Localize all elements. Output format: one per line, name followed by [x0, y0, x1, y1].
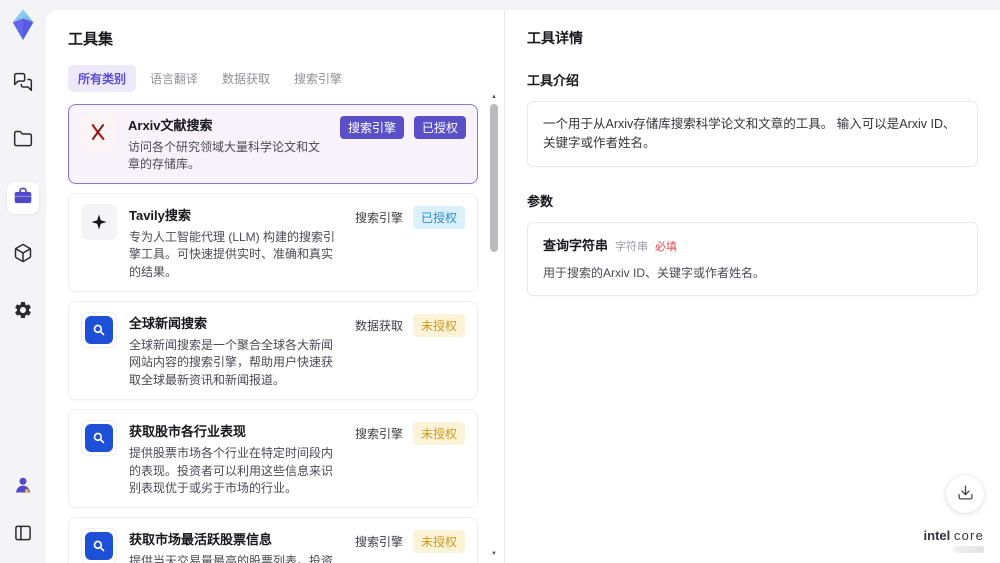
category-badge: 搜索引擎 — [339, 116, 404, 139]
tool-card-arxiv[interactable]: Arxiv文献搜索 访问各个研究领域大量科学论文和文章的存储库。 搜索引擎 已授… — [68, 104, 478, 184]
briefcase-icon — [13, 186, 33, 211]
tool-name: 全球新闻搜索 — [129, 315, 208, 331]
user-icon — [13, 475, 33, 500]
sidebar-bottom — [7, 471, 39, 551]
tool-description: 提供当天交易量最高的股票列表。投资者可以利用这些信息来识别流动性强的股票和潜在的… — [129, 554, 334, 563]
param-type: 字符串 — [615, 240, 649, 253]
param-description: 用于搜索的Arxiv ID、关键字或作者姓名。 — [543, 266, 766, 280]
detail-title: 工具详情 — [527, 30, 583, 46]
category-label: 搜索引擎 — [354, 427, 403, 442]
panel-toggle-icon — [13, 523, 33, 548]
tool-list: Arxiv文献搜索 访问各个研究领域大量科学论文和文章的存储库。 搜索引擎 已授… — [68, 104, 478, 563]
brand-badge-shine — [954, 546, 984, 553]
scrollbar[interactable]: ▲ ▼ — [489, 94, 499, 557]
tool-card-sector-performance[interactable]: 获取股市各行业表现 提供股票市场各个行业在特定时间段内的表现。投资者可以利用这些… — [68, 409, 478, 509]
search-tool-icon — [81, 528, 117, 563]
auth-status-badge: 未授权 — [412, 313, 465, 337]
sidebar-item-tools[interactable] — [7, 182, 39, 214]
tool-name: Arxiv文献搜索 — [128, 118, 213, 133]
tool-name: Tavily搜索 — [129, 207, 191, 223]
category-tabs: 所有类别 语言翻译 数据获取 搜索引擎 — [68, 65, 478, 92]
tab-all-categories[interactable]: 所有类别 — [68, 65, 137, 92]
tool-card-global-news[interactable]: 全球新闻搜索 全球新闻搜索是一个聚合全球各大新闻网站内容的搜索引擎，帮助用户快速… — [68, 300, 478, 401]
auth-status-badge: 未授权 — [412, 422, 465, 446]
arxiv-icon — [80, 114, 116, 150]
scroll-down-icon[interactable]: ▼ — [489, 551, 499, 557]
tool-description: 专为人工智能代理 (LLM) 构建的搜索引擎工具。可快速提供实时、准确和真实的结… — [129, 229, 336, 279]
search-tool-icon — [81, 420, 117, 457]
tools-panel: 工具集 所有类别 语言翻译 数据获取 搜索引擎 Arxiv文献搜索 访问各个研究… — [46, 10, 505, 563]
brand-intel: intel — [923, 528, 951, 543]
tab-data-fetch[interactable]: 数据获取 — [212, 65, 280, 92]
sparkle-icon — [81, 203, 117, 240]
scrollbar-thumb[interactable] — [490, 104, 498, 252]
tool-description: 全球新闻搜索是一个聚合全球各大新闻网站内容的搜索引擎，帮助用户快速获取全球最新资… — [129, 337, 334, 387]
search-tool-icon — [81, 311, 117, 348]
folder-icon — [13, 129, 33, 154]
tab-search-engine[interactable]: 搜索引擎 — [284, 65, 352, 92]
download-icon — [957, 484, 974, 504]
content-sheet: 工具集 所有类别 语言翻译 数据获取 搜索引擎 Arxiv文献搜索 访问各个研究… — [46, 10, 1000, 563]
brand-core: core — [953, 528, 984, 543]
category-label: 搜索引擎 — [354, 210, 403, 225]
sidebar-item-settings[interactable] — [7, 296, 39, 328]
param-card: 查询字符串 字符串 必填 用于搜索的Arxiv ID、关键字或作者姓名。 — [527, 221, 978, 296]
params-section-title: 参数 — [527, 193, 554, 209]
tool-description: 访问各个研究领域大量科学论文和文章的存储库。 — [128, 140, 321, 172]
tool-card-active-stocks[interactable]: 获取市场最活跃股票信息 提供当天交易量最高的股票列表。投资者可以利用这些信息来识… — [68, 517, 478, 563]
sidebar-item-files[interactable] — [7, 125, 39, 157]
download-button[interactable] — [946, 475, 984, 513]
tool-name: 获取股市各行业表现 — [129, 424, 247, 440]
sidebar-nav — [7, 68, 39, 328]
tool-card-tavily[interactable]: Tavily搜索 专为人工智能代理 (LLM) 构建的搜索引擎工具。可快速提供实… — [68, 192, 478, 292]
param-name: 查询字符串 — [543, 237, 609, 253]
sidebar — [0, 0, 46, 563]
page-title: 工具集 — [68, 31, 114, 48]
sidebar-item-chat[interactable] — [7, 68, 39, 100]
app-window: 工具集 所有类别 语言翻译 数据获取 搜索引擎 Arxiv文献搜索 访问各个研究… — [0, 0, 1000, 563]
sidebar-item-user[interactable] — [7, 471, 39, 503]
intel-core-logo: intel core — [924, 528, 984, 553]
sidebar-toggle[interactable] — [7, 519, 39, 551]
category-label: 搜索引擎 — [354, 535, 403, 550]
gear-icon — [13, 300, 33, 325]
intro-section-title: 工具介绍 — [527, 73, 580, 88]
tool-intro-box: 一个用于从Arxiv存储库搜索科学论文和文章的工具。 输入可以是Arxiv ID… — [527, 101, 978, 167]
tool-description: 提供股票市场各个行业在特定时间段内的表现。投资者可以利用这些信息来识别表现优于或… — [129, 446, 334, 495]
tab-language-translation[interactable]: 语言翻译 — [140, 65, 208, 92]
scroll-up-icon[interactable]: ▲ — [489, 94, 499, 100]
auth-status-badge: 已授权 — [412, 205, 465, 229]
chat-icon — [13, 72, 33, 97]
param-required-flag: 必填 — [655, 240, 678, 253]
box-icon — [13, 243, 33, 268]
tool-detail-panel: 工具详情 工具介绍 一个用于从Arxiv存储库搜索科学论文和文章的工具。 输入可… — [505, 10, 1000, 563]
auth-status-badge: 已授权 — [413, 116, 466, 139]
category-label: 数据获取 — [354, 318, 403, 333]
app-logo-icon — [8, 8, 38, 42]
tool-name: 获取市场最活跃股票信息 — [129, 532, 273, 548]
sidebar-item-packages[interactable] — [7, 239, 39, 271]
auth-status-badge: 未授权 — [412, 530, 465, 554]
